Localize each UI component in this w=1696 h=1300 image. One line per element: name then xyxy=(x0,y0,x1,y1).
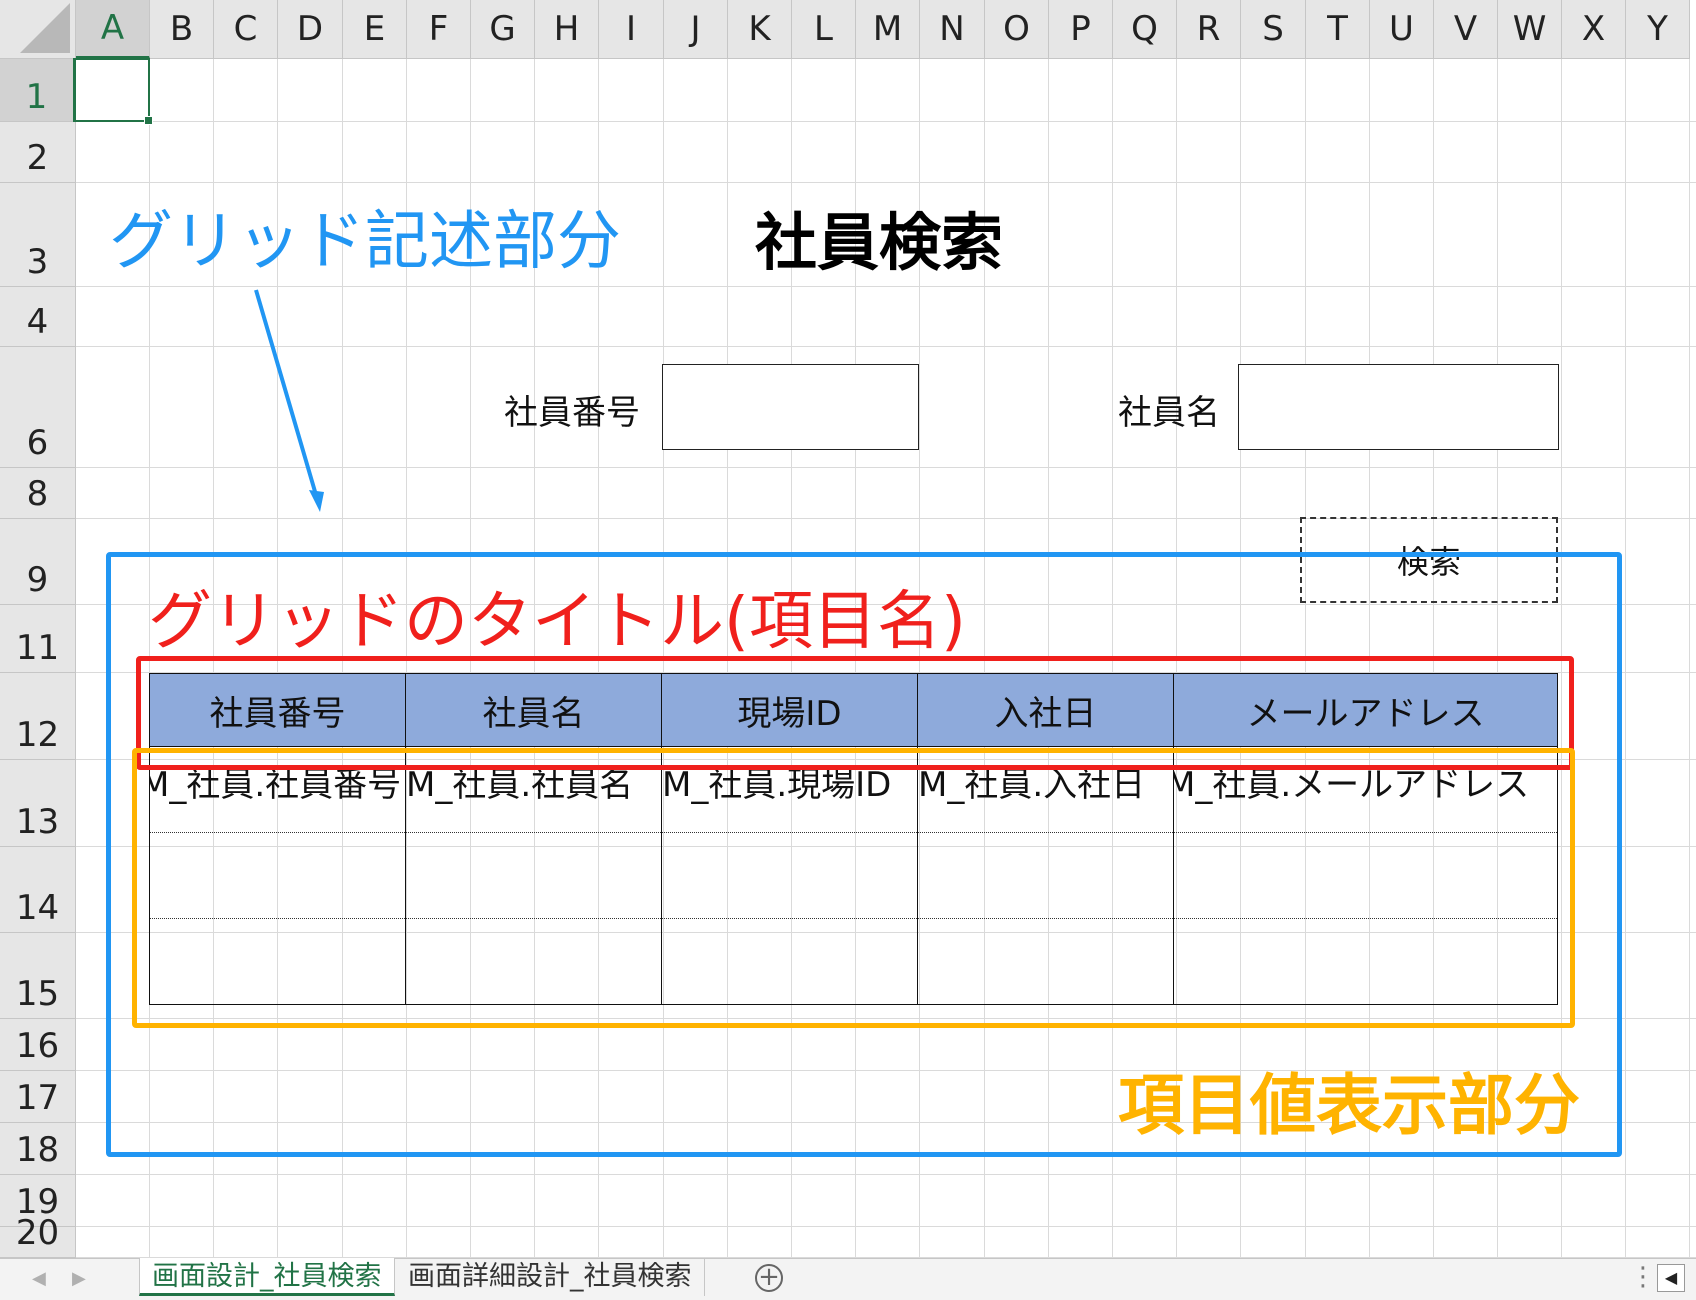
prev-sheet-icon[interactable]: ◀ xyxy=(32,1258,46,1299)
sheet-tab-detail[interactable]: 画面詳細設計_社員検索 xyxy=(396,1258,705,1296)
spreadsheet-grid[interactable]: ABCDEFGHIJKLMNOPQRSTUVWXY 1 2 3 4 6 8 9 11 12 13 1… xyxy=(0,0,1696,1258)
plus-circle-icon[interactable]: + xyxy=(755,1264,783,1292)
value-display-annotation: 項目値表示部分 xyxy=(1118,1067,1580,1144)
value-display-box xyxy=(132,748,1575,1028)
sheet-tab-active[interactable]: 画面設計_社員検索 xyxy=(139,1258,395,1296)
tab-splitter-icon[interactable]: ⋮ xyxy=(1630,1262,1656,1292)
next-sheet-icon[interactable]: ▶ xyxy=(72,1258,86,1299)
scroll-left-icon[interactable]: ◀ xyxy=(1657,1264,1685,1292)
grid-title-annotation: グリッドのタイトル(項目名) xyxy=(148,585,966,659)
